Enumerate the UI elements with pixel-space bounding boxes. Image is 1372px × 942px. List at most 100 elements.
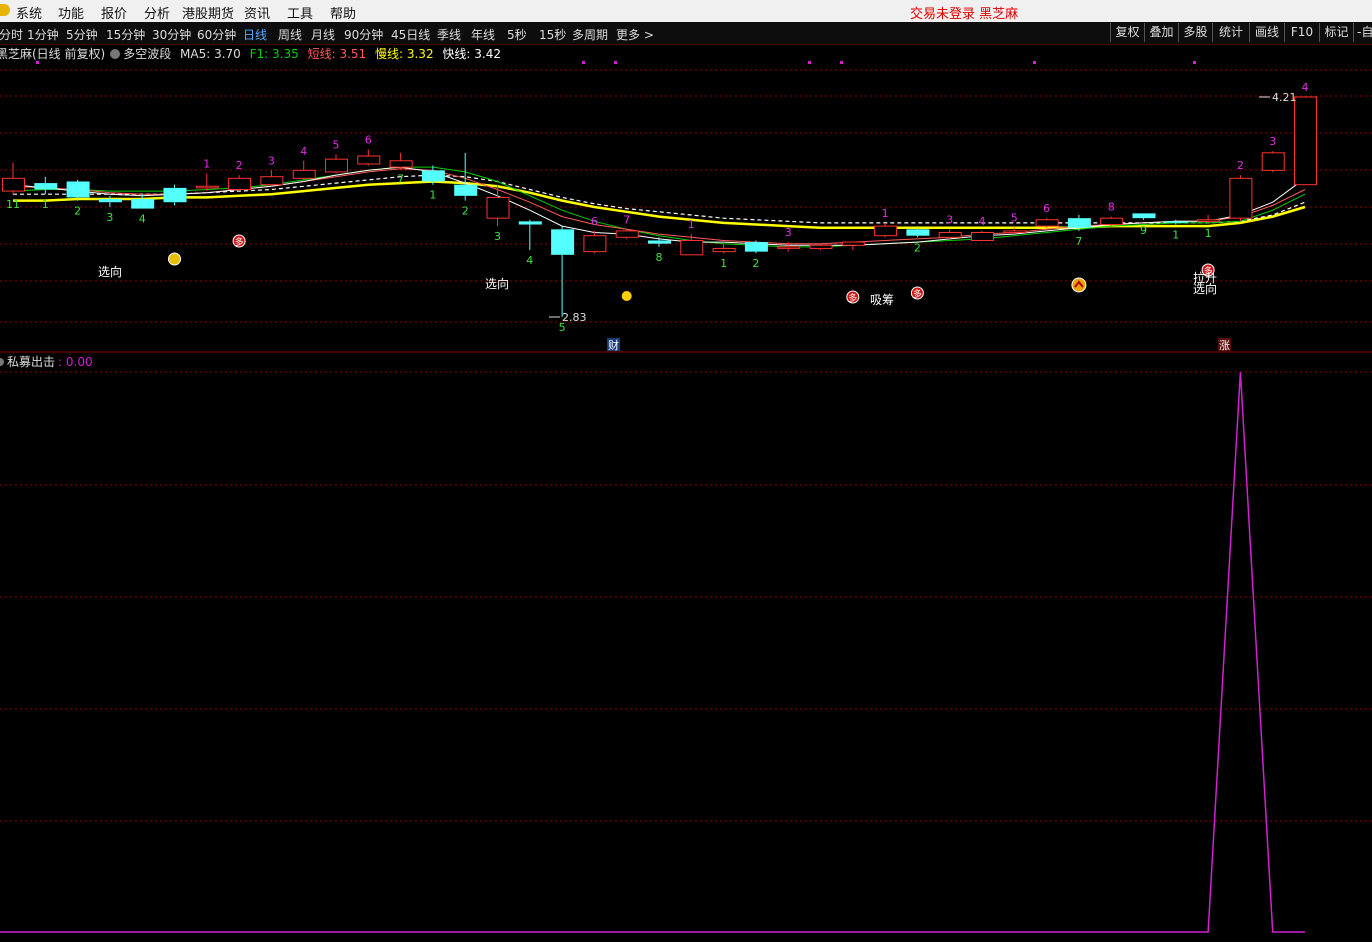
menu-item-analysis[interactable]: 分析 [144, 3, 170, 22]
candle-body-9 [292, 169, 316, 179]
candle-count-label-39: 3 [1269, 135, 1276, 148]
menu-item-system[interactable]: 系统 [16, 3, 42, 22]
chart-title: 黑芝麻(日线 前复权) [0, 47, 106, 61]
menu-item-tools[interactable]: 工具 [287, 3, 313, 22]
period-weekly[interactable]: 周线 [278, 26, 302, 43]
event-badge-zhang[interactable] [1218, 338, 1231, 351]
login-status: 交易未登录 黑芝麻 [910, 7, 1019, 22]
candle-body-23 [744, 242, 768, 252]
period-5min[interactable]: 5分钟 [66, 26, 98, 43]
indicator-lines [12, 166, 1306, 248]
period-yearly[interactable]: 年线 [471, 26, 495, 43]
auto-button[interactable]: -自 [1353, 23, 1372, 42]
candle-count-label-29: 3 [946, 213, 953, 226]
annotation-xuanxiang-3: 选向 [1193, 281, 1217, 296]
candle-body-4 [131, 199, 155, 209]
menu-item-hk-futures[interactable]: 港股期货 [182, 3, 234, 22]
candle-body-8 [260, 176, 284, 186]
menu-item-function[interactable]: 功能 [58, 3, 84, 22]
candle-body-20 [648, 240, 671, 244]
candle-body-15 [486, 196, 510, 219]
candle-count-label-19: 7 [623, 213, 630, 226]
multi-stock-button[interactable]: 多股 [1178, 23, 1212, 42]
sub-indicator-name[interactable]: 私募出击 [7, 355, 55, 369]
top-marker-dot-4 [840, 61, 843, 64]
candle-count-label-36: 1 [1172, 229, 1179, 242]
period-daily[interactable]: 日线 [243, 26, 267, 43]
candle-body-32 [1035, 219, 1059, 227]
period-30min[interactable]: 30分钟 [152, 26, 191, 43]
duo-signal-icon-1 [232, 234, 246, 248]
candle-body-22 [712, 247, 736, 253]
period-multi[interactable]: 多周期 [572, 26, 608, 43]
fuquan-button[interactable]: 复权 [1110, 23, 1144, 42]
ma5-line [12, 166, 1306, 246]
candle-count-label-15: 3 [494, 230, 501, 243]
annotation-xichou: 吸筹 [870, 293, 894, 307]
candle-count-label-13: 1 [429, 189, 436, 202]
candle-body-39 [1261, 152, 1285, 171]
private-fund-signal-line [0, 371, 1305, 933]
duo-signal-text-1: 多 [235, 236, 244, 248]
menu-item-quote[interactable]: 报价 [101, 3, 127, 22]
overlay-button[interactable]: 叠加 [1144, 23, 1178, 42]
period-5sec[interactable]: 5秒 [507, 26, 527, 43]
candle-body-33 [1067, 218, 1091, 228]
annotation-xuanxiang-1: 选向 [98, 264, 122, 279]
up-arrow-signal-icon [1071, 277, 1087, 293]
f1-value: F1: 3.35 [249, 47, 299, 61]
candle-body-24 [777, 246, 801, 249]
candle-count-label-40: 4 [1302, 81, 1309, 94]
f10-button[interactable]: F10 [1284, 23, 1319, 42]
candle-body-19 [615, 230, 639, 238]
candle-count-label-38: 2 [1237, 159, 1244, 172]
top-marker-dot-5 [1033, 61, 1036, 64]
period-more-button[interactable]: 更多 > [616, 26, 654, 43]
candle-body-10 [325, 158, 348, 173]
candle-body-25 [809, 244, 833, 249]
candle-body-1 [34, 183, 58, 190]
period-monthly[interactable]: 月线 [311, 26, 335, 43]
candle-count-label-12: 7 [397, 173, 404, 186]
candle-body-36 [1164, 221, 1188, 223]
indicator-name[interactable]: 多空波段 [123, 47, 171, 61]
duo-signal-icon-3 [910, 286, 924, 300]
candle-count-label-16: 4 [526, 254, 533, 267]
candle-body-5 [163, 187, 187, 203]
candle-body-27 [874, 225, 898, 237]
candle-count-label-33: 7 [1075, 235, 1082, 248]
period-fenshi[interactable]: 分时 [0, 26, 23, 43]
event-badge-cai[interactable] [607, 338, 620, 351]
menu-item-news[interactable]: 资讯 [244, 3, 270, 22]
period-15sec[interactable]: 15秒 [539, 26, 566, 43]
duo-signal-icon-4 [1201, 263, 1215, 277]
period-1min[interactable]: 1分钟 [27, 26, 59, 43]
mark-button[interactable]: 标记 [1319, 23, 1353, 42]
draw-line-button[interactable]: 画线 [1249, 23, 1284, 42]
candle-count-label-3: 3 [106, 211, 113, 224]
period-quarterly[interactable]: 季线 [437, 26, 461, 43]
kline-chart: 11 1 2 3 41 2 34 5 67123456 7811 23123 4 56789 1 1234 … [0, 61, 1372, 933]
ma5-value: MA5: 3.70 [180, 47, 241, 61]
period-60min[interactable]: 60分钟 [197, 26, 236, 43]
candle-body-37 [1197, 219, 1221, 222]
period-45day[interactable]: 45日线 [391, 26, 430, 43]
duo-signal-text-4: 多 [1204, 265, 1213, 277]
period-90min[interactable]: 90分钟 [344, 26, 383, 43]
candle-count-label-34: 8 [1108, 201, 1115, 214]
candle-body-11 [357, 155, 381, 165]
candle-count-label-17: 5 [559, 321, 566, 334]
indicator-toggle-icon[interactable] [110, 49, 121, 59]
candle-body-21 [680, 239, 704, 256]
candle-body-13 [421, 170, 445, 182]
menu-item-help[interactable]: 帮助 [330, 3, 356, 22]
candle-body-26 [841, 241, 865, 246]
candle-body-30 [971, 232, 994, 241]
statistics-button[interactable]: 统计 [1212, 23, 1249, 42]
menu-bar: 系统 功能 报价 分析 港股期货 资讯 工具 帮助 交易未登录 黑芝麻 [0, 0, 1372, 23]
low-price-label: 2.83 [562, 311, 587, 324]
period-15min[interactable]: 15分钟 [106, 26, 145, 43]
event-badge-cai-label: 财 [608, 338, 619, 352]
candle-body-2 [66, 181, 90, 198]
short-line-value: 短线: 3.51 [307, 47, 367, 61]
